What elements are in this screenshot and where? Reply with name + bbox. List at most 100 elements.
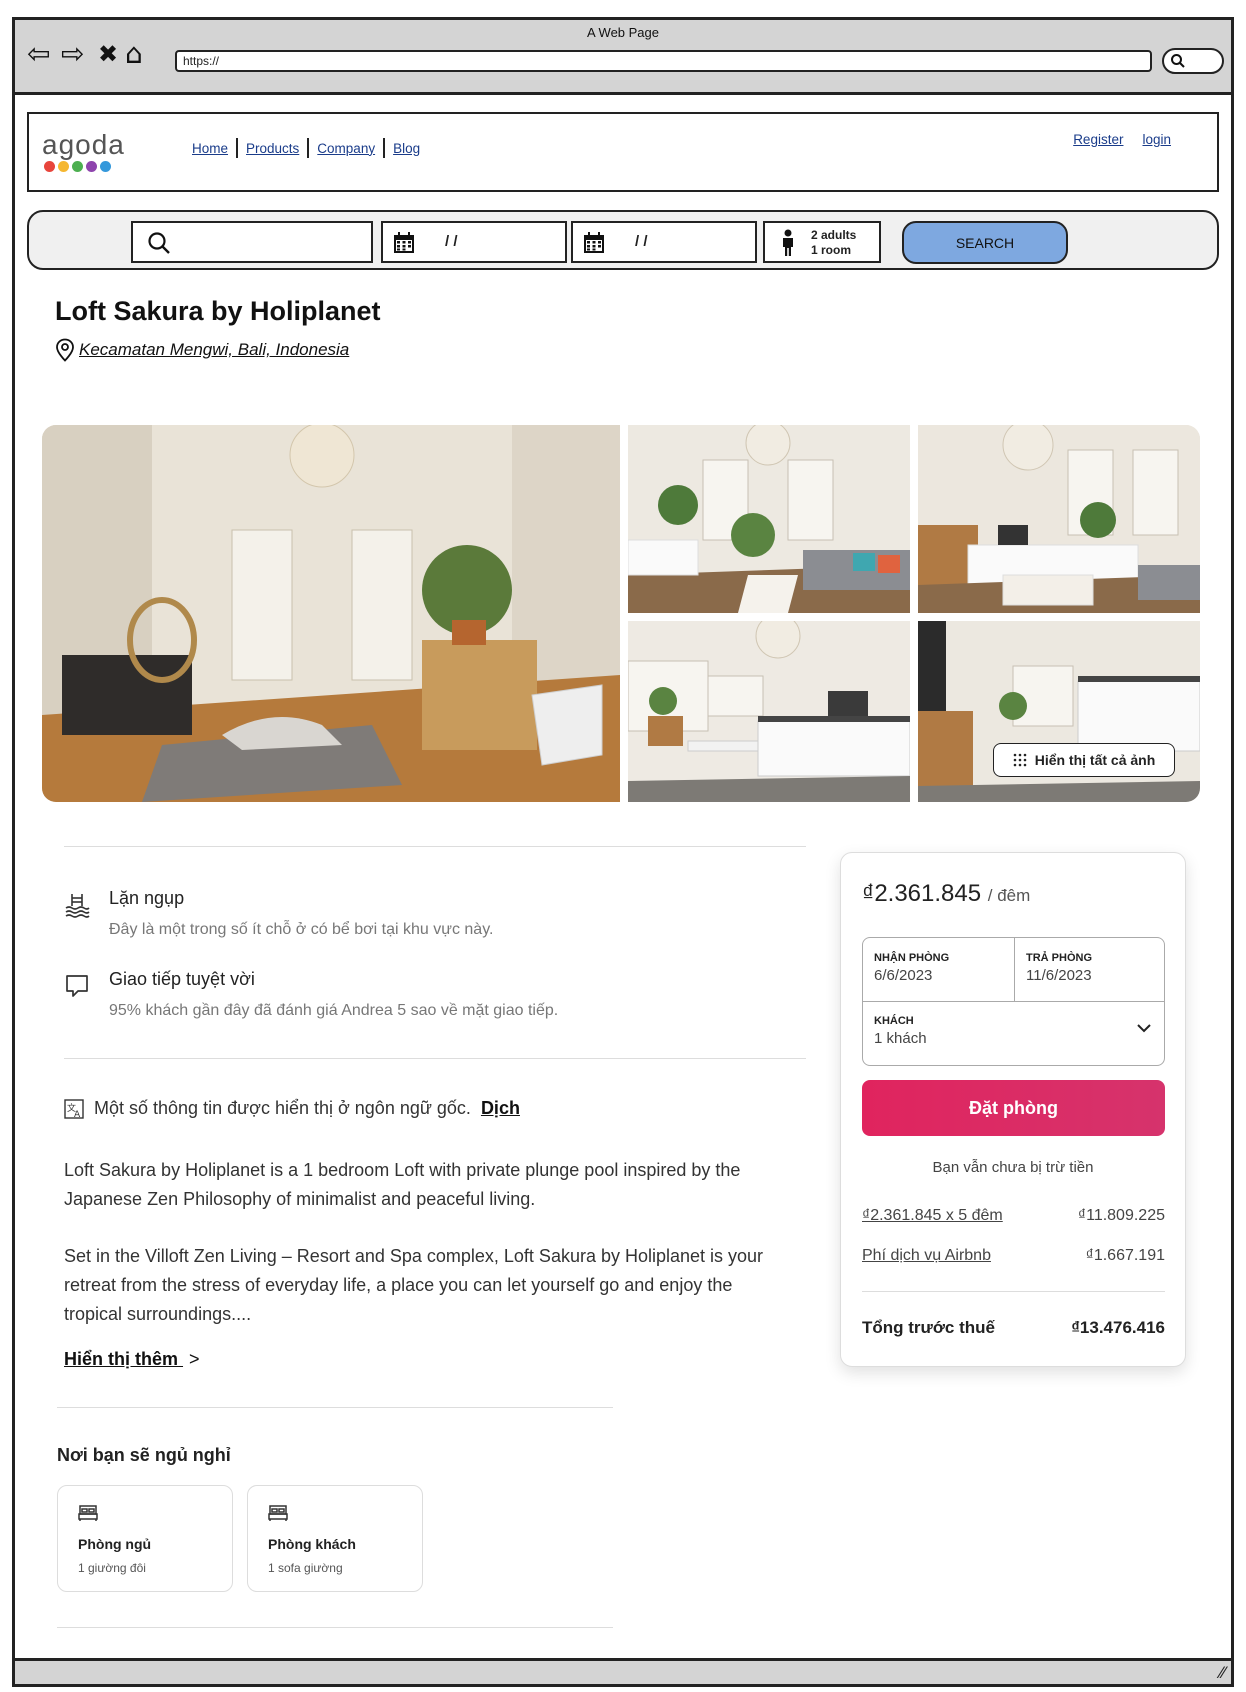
sleep-card-title: Phòng khách — [268, 1536, 356, 1552]
checkin-field[interactable]: NHẬN PHÒNG 6/6/2023 — [874, 952, 1009, 984]
svg-text:A: A — [74, 1110, 81, 1119]
destination-input[interactable] — [131, 221, 373, 263]
sleep-card-subtitle: 1 sofa giường — [268, 1561, 343, 1575]
guests-label: KHÁCH — [874, 1015, 914, 1027]
sleep-section-heading: Nơi bạn sẽ ngủ nghỉ — [57, 1445, 231, 1465]
browser-search-box[interactable] — [1162, 48, 1224, 74]
grid-dots-icon — [1013, 753, 1027, 767]
map-pin-icon — [56, 338, 74, 362]
checkout-label: TRẢ PHÒNG — [1026, 952, 1092, 964]
photo-lounge-image — [628, 425, 910, 613]
feature-title: Lặn ngụp — [109, 888, 185, 908]
search-icon — [148, 232, 170, 254]
guests-selector[interactable]: 2 adults 1 room — [763, 221, 881, 263]
person-icon — [783, 229, 793, 256]
sleep-card-title: Phòng ngủ — [78, 1536, 152, 1552]
divider — [57, 1407, 613, 1408]
booking-card: ₫2.361.845 / đêm NHẬN PHÒNG 6/6/2023 TRẢ… — [840, 852, 1186, 1367]
price-unit: / đêm — [987, 886, 1031, 905]
translation-note-text: Một số thông tin được hiển thị ở ngôn ng… — [94, 1098, 471, 1118]
feature-desc: Đây là một trong số ít chỗ ở có bể bơi t… — [109, 921, 494, 938]
logo-dot — [44, 161, 55, 172]
checkout-date-input[interactable]: / / — [571, 221, 757, 263]
show-all-photos-button[interactable]: Hiển thị tất cả ảnh — [993, 743, 1175, 777]
sleep-card-subtitle: 1 giường đôi — [78, 1561, 146, 1575]
register-link[interactable]: Register — [1073, 132, 1123, 147]
close-icon[interactable]: ✖ — [98, 42, 118, 66]
nights-cost-label[interactable]: ₫2.361.845 x 5 đêm — [862, 1207, 1003, 1225]
location-link[interactable]: Kecamatan Mengwi, Bali, Indonesia — [79, 340, 349, 360]
logo[interactable]: agoda — [42, 129, 125, 161]
translate-link[interactable]: Dịch — [481, 1098, 520, 1119]
checkin-label: NHẬN PHÒNG — [874, 952, 950, 964]
description-paragraph: Set in the Villoft Zen Living – Resort a… — [64, 1246, 764, 1324]
guests-adults: 2 adults — [811, 228, 857, 242]
checkout-field[interactable]: TRẢ PHÒNG 11/6/2023 — [1026, 952, 1161, 984]
divider — [57, 1627, 613, 1628]
resize-grip-icon[interactable]: ⁄⁄ — [1220, 1663, 1225, 1682]
price-amount: ₫2.361.845 — [862, 880, 982, 907]
service-fee-label[interactable]: Phí dịch vụ Airbnb — [862, 1247, 991, 1265]
page-title: Loft Sakura by Holiplanet — [55, 296, 381, 326]
nav-home-link[interactable]: Home — [184, 141, 236, 156]
pool-icon — [65, 894, 90, 918]
no-charge-note: Bạn vẫn chưa bị trừ tiền — [932, 1159, 1094, 1176]
checkout-value: 11/6/2023 — [1026, 967, 1092, 984]
back-arrow-icon[interactable]: ⇦ — [27, 40, 50, 68]
main-nav: Home Products Company Blog — [184, 138, 428, 158]
photo-living-room-image — [42, 425, 620, 802]
auth-nav: Register login — [1073, 132, 1171, 147]
description-paragraph: Loft Sakura by Holiplanet is a 1 bedroom… — [64, 1160, 741, 1209]
show-more-label: Hiển thị thêm — [64, 1349, 179, 1369]
sleep-card-living-room[interactable]: Phòng khách 1 sofa giường — [247, 1485, 423, 1592]
window-title: A Web Page — [586, 25, 660, 40]
forward-arrow-icon[interactable]: ⇨ — [61, 40, 84, 68]
service-fee-value: ₫1.667.191 — [1085, 1247, 1165, 1264]
url-bar[interactable]: https:// — [175, 50, 1152, 72]
guests-value: 1 khách — [874, 1030, 927, 1047]
guests-field[interactable]: KHÁCH 1 khách — [874, 1015, 1154, 1047]
sleep-card-bedroom[interactable]: Phòng ngủ 1 giường đôi — [57, 1485, 233, 1592]
translation-note: 文A Một số thông tin được hiển thị ở ngôn… — [64, 1098, 520, 1119]
feature-title: Giao tiếp tuyệt vời — [109, 969, 255, 989]
logo-dot — [72, 161, 83, 172]
calendar-icon — [584, 232, 604, 253]
calendar-icon — [394, 232, 414, 253]
search-bar: / / / / 2 adults 1 room SEARCH — [27, 210, 1219, 270]
site-header: agoda Home Products Company Blog Registe… — [27, 112, 1219, 192]
feature-desc: 95% khách gần đây đã đánh giá Andrea 5 s… — [109, 1002, 559, 1019]
divider — [64, 1058, 806, 1059]
browser-toolbar: A Web Page ⇦ ⇨ ✖ ⌂ https:// — [15, 20, 1231, 95]
chevron-down-icon[interactable] — [1136, 1020, 1152, 1036]
login-link[interactable]: login — [1142, 132, 1171, 147]
checkout-date-text: / / — [635, 233, 648, 250]
grid-divider — [863, 1001, 1164, 1002]
photo-kitchen-image — [628, 621, 910, 802]
nav-company-link[interactable]: Company — [309, 141, 383, 156]
photo-living-room[interactable] — [42, 425, 620, 802]
nav-blog-link[interactable]: Blog — [385, 141, 428, 156]
checkin-value: 6/6/2023 — [874, 967, 933, 984]
search-icon — [1171, 54, 1185, 68]
divider — [64, 846, 806, 847]
nav-products-link[interactable]: Products — [238, 141, 307, 156]
checkin-date-input[interactable]: / / — [381, 221, 567, 263]
chevron-right-icon: > — [189, 1349, 200, 1369]
nights-cost-value: ₫11.809.225 — [1077, 1207, 1165, 1224]
bed-icon — [78, 1505, 98, 1521]
checkin-date-text: / / — [445, 233, 458, 250]
photo-lounge[interactable] — [628, 425, 910, 613]
photo-kitchen[interactable] — [628, 621, 910, 802]
chat-bubble-icon — [66, 975, 88, 997]
home-icon[interactable]: ⌂ — [125, 40, 143, 68]
nightly-price: ₫2.361.845 / đêm — [862, 880, 1030, 908]
total-label: Tổng trước thuế — [862, 1318, 995, 1337]
reserve-button[interactable]: Đặt phòng — [862, 1080, 1165, 1136]
guests-summary: 2 adults 1 room — [811, 228, 856, 258]
guests-rooms: 1 room — [811, 243, 852, 257]
search-button[interactable]: SEARCH — [902, 221, 1068, 264]
show-more-link[interactable]: Hiển thị thêm > — [64, 1349, 200, 1370]
sofa-bed-icon — [268, 1505, 288, 1521]
photo-tv-area[interactable] — [918, 425, 1200, 613]
total-value: ₫13.476.416 — [1071, 1318, 1165, 1337]
